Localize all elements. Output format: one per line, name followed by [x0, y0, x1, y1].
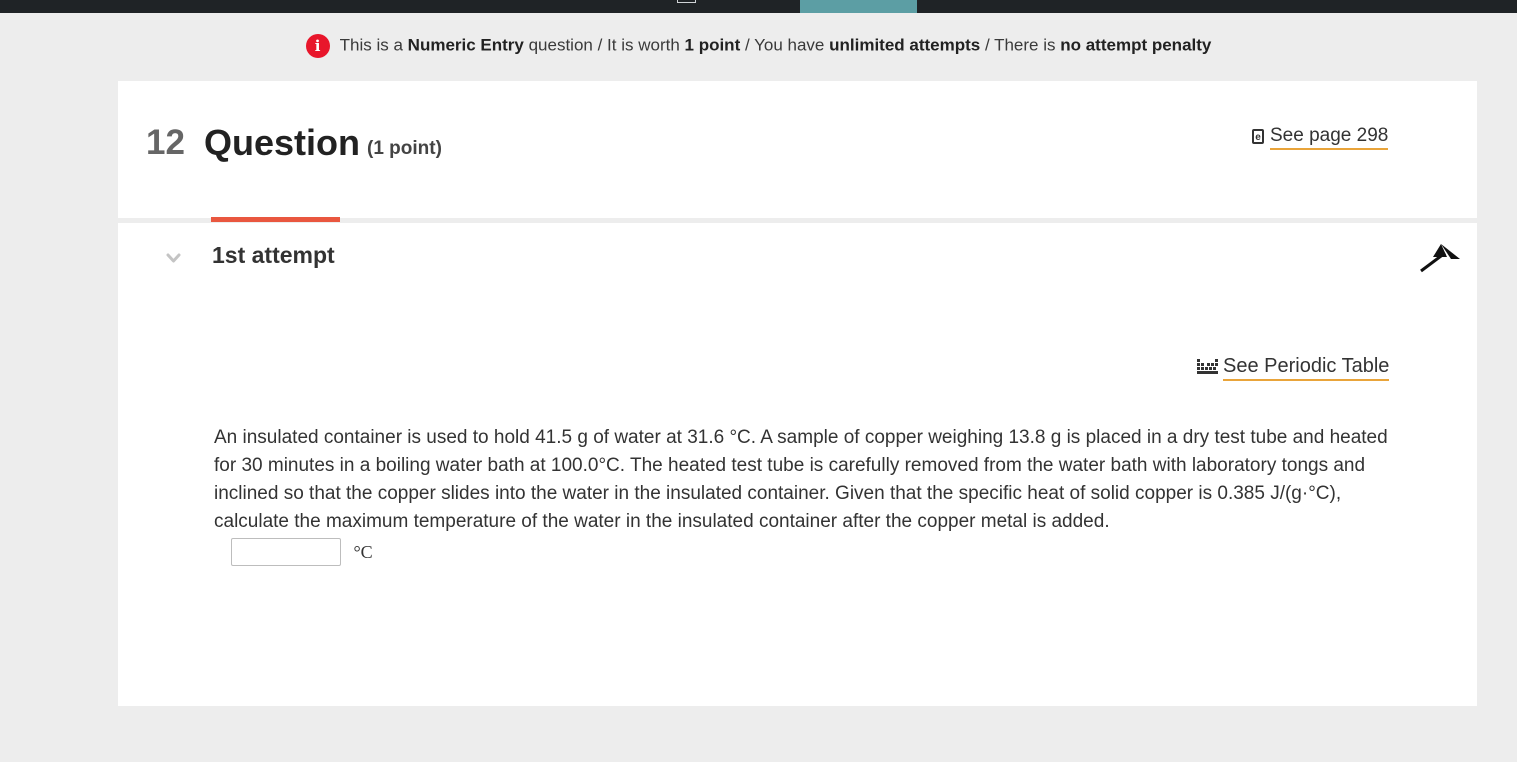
answer-input[interactable]: [231, 538, 341, 566]
question-header: 12 Question (1 point) e See page 298: [118, 81, 1477, 218]
banner-question-type: Numeric Entry: [407, 35, 524, 55]
see-page-label: See page 298: [1270, 125, 1389, 150]
chevron-down-icon[interactable]: [166, 251, 181, 266]
banner-points: 1 point: [684, 35, 741, 55]
question-number: 12: [146, 123, 185, 162]
periodic-table-link[interactable]: See Periodic Table: [1197, 355, 1390, 381]
question-title: Question: [204, 122, 361, 163]
banner-text-4: / There is: [980, 35, 1061, 55]
attempt-label[interactable]: 1st attempt: [212, 242, 335, 269]
question-prompt: An insulated container is used to hold 4…: [214, 427, 1388, 532]
answer-unit: °C: [353, 541, 373, 562]
banner-text-3: / You have: [740, 35, 830, 55]
banner-text-2: question / It is worth: [523, 35, 685, 55]
mouse-cursor-icon: [1420, 244, 1460, 273]
periodic-table-label: See Periodic Table: [1223, 355, 1390, 381]
top-nav-bar: [0, 0, 1517, 13]
periodic-table-icon: [1197, 359, 1218, 374]
attempt-tab-indicator[interactable]: [211, 217, 340, 222]
banner-text-1: This is a: [339, 35, 408, 55]
see-page-link[interactable]: e See page 298: [1252, 125, 1389, 150]
banner-attempts: unlimited attempts: [829, 35, 981, 55]
nav-tab-marker[interactable]: [677, 0, 696, 3]
question-points: (1 point): [367, 138, 442, 159]
info-icon: i: [305, 34, 330, 58]
ebook-icon: e: [1252, 129, 1264, 144]
banner-penalty: no attempt penalty: [1060, 35, 1212, 55]
answer-row: °C: [231, 538, 373, 566]
question-card: 12 Question (1 point) e See page 298 1st …: [118, 81, 1477, 706]
nav-tab-active[interactable]: [800, 0, 917, 13]
question-info-banner: i This is a Numeric Entry question / It i…: [0, 34, 1517, 58]
